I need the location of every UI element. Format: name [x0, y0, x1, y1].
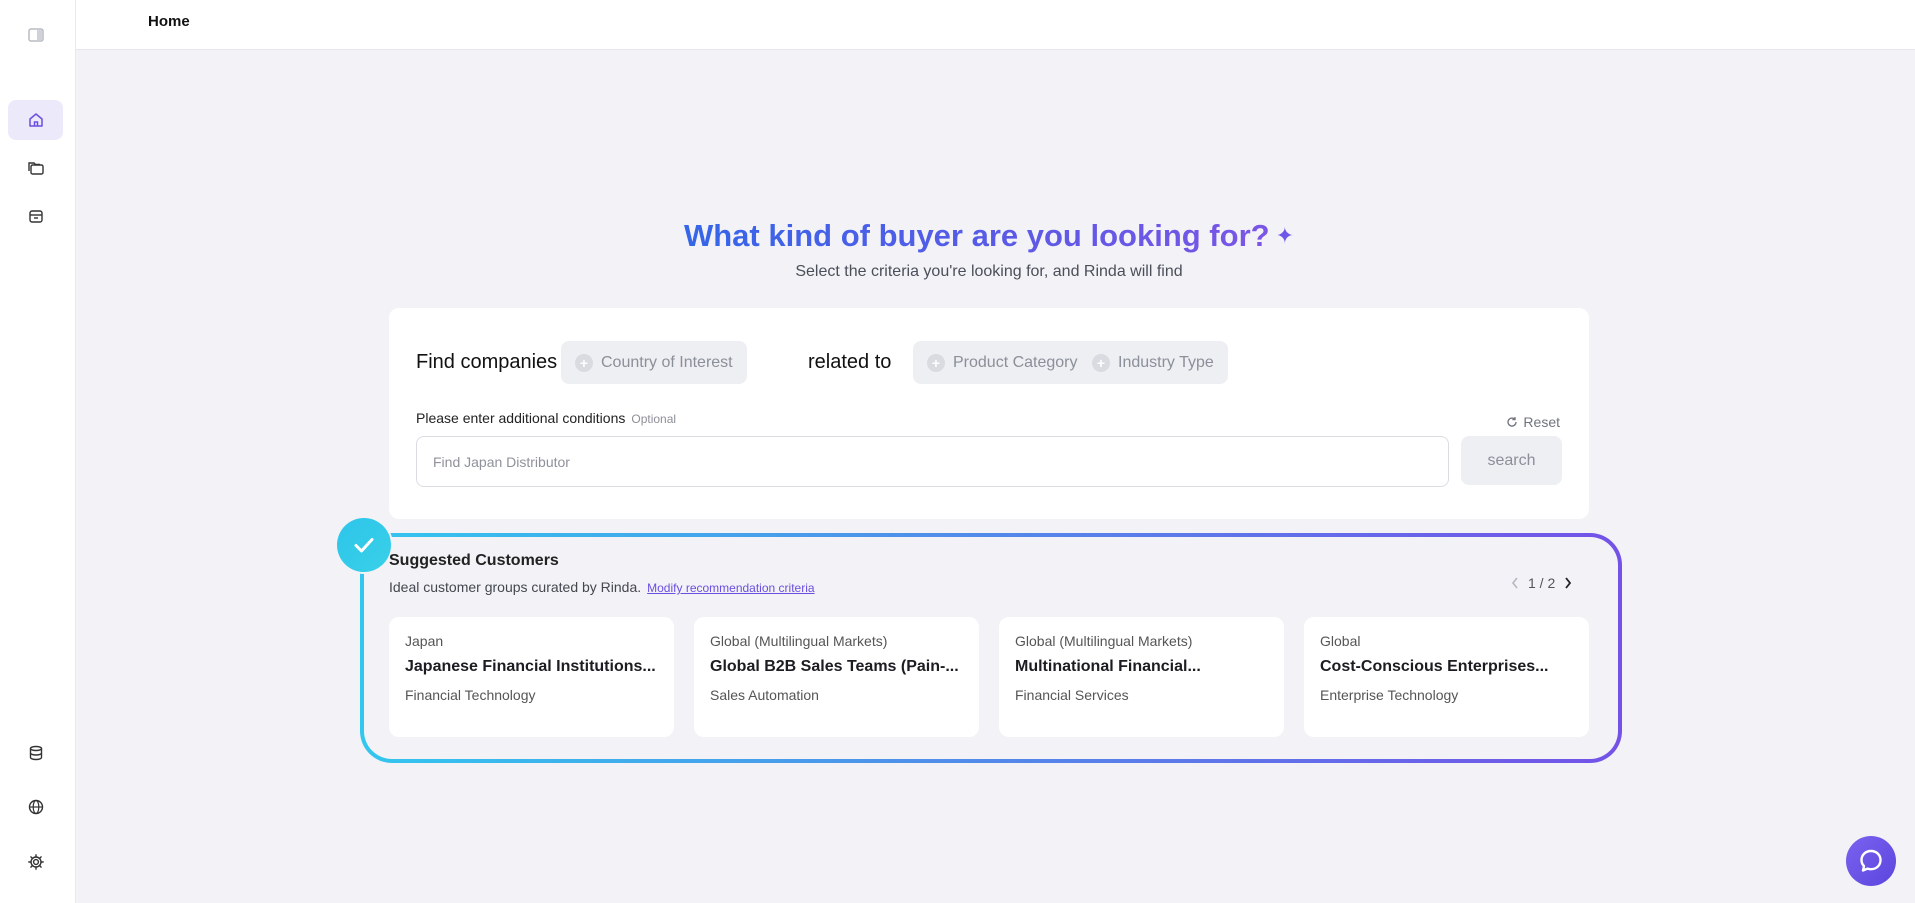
sidebar-item-settings[interactable] [8, 842, 63, 882]
pager: 1 / 2 [1510, 575, 1573, 591]
plus-icon: + [575, 353, 593, 372]
country-chip-label: Country of Interest [601, 353, 733, 371]
database-icon [29, 745, 42, 761]
country-of-interest-chip[interactable]: + Country of Interest [561, 341, 747, 384]
hero-title-text: What kind of buyer are you looking for? [683, 218, 1270, 253]
product-category-chip[interactable]: + Product Category [913, 341, 1092, 384]
reset-button[interactable]: Reset [1506, 414, 1560, 430]
plus-icon: + [927, 353, 945, 372]
card-name: Global B2B Sales Teams (Pain-... [710, 658, 959, 675]
inbox-icon [28, 210, 43, 223]
page-indicator: 1 / 2 [1528, 575, 1556, 591]
search-button[interactable]: search [1461, 436, 1562, 485]
hero-subtitle: Select the criteria you're looking for, … [795, 263, 1183, 280]
conditions-label-text: Please enter additional conditions [416, 410, 626, 426]
suggested-customers-title: Suggested Customers [389, 552, 559, 569]
product-chip-label: Product Category [953, 353, 1078, 371]
check-icon [354, 538, 374, 553]
sidebar-item-projects[interactable] [8, 148, 63, 188]
card-name: Cost-Conscious Enterprises... [1320, 658, 1549, 675]
industry-chip-label: Industry Type [1118, 353, 1214, 371]
panel-toggle-button[interactable] [8, 15, 63, 55]
search-card: Find companies in + Country of Interest … [389, 308, 1589, 519]
sidebar-item-home[interactable] [8, 100, 63, 140]
chevron-right-icon [1565, 577, 1572, 589]
customer-card[interactable]: Global (Multilingual Markets) Multinatio… [999, 617, 1284, 737]
find-companies-label: Find companies in [416, 351, 579, 373]
card-industry: Enterprise Technology [1320, 687, 1459, 703]
customer-card[interactable]: Global (Multilingual Markets) Global B2B… [694, 617, 979, 737]
customer-card[interactable]: Japan Japanese Financial Institutions...… [389, 617, 674, 737]
industry-type-chip[interactable]: + Industry Type [1078, 341, 1228, 384]
related-to-label: related to [808, 351, 892, 373]
home-icon [28, 113, 43, 127]
prev-page-button[interactable] [1510, 576, 1520, 590]
suggested-customers-description: Ideal customer groups curated by Rinda. M… [389, 579, 815, 595]
hero-title: What kind of buyer are you looking for? ✦ [389, 218, 1589, 254]
chat-support-button[interactable] [1846, 836, 1896, 886]
sidebar-item-archive[interactable] [8, 196, 63, 236]
card-region: Global (Multilingual Markets) [1015, 633, 1193, 649]
card-region: Japan [405, 633, 444, 649]
next-page-button[interactable] [1563, 576, 1573, 590]
sidebar [0, 0, 76, 903]
card-name: Multinational Financial... [1015, 658, 1201, 675]
panel-toggle-icon [27, 28, 44, 42]
check-badge [337, 518, 391, 572]
card-industry: Sales Automation [710, 687, 819, 703]
optional-label: Optional [631, 412, 677, 426]
chevron-left-icon [1511, 577, 1518, 589]
chat-icon [1860, 849, 1882, 872]
plus-icon: + [1092, 353, 1110, 372]
card-name: Japanese Financial Institutions... [405, 658, 656, 675]
folders-icon [27, 162, 44, 175]
modify-criteria-link[interactable]: Modify recommendation criteria [647, 581, 814, 595]
card-industry: Financial Technology [405, 687, 536, 703]
additional-conditions-input[interactable] [416, 436, 1449, 487]
conditions-label: Please enter additional conditions Option… [416, 410, 676, 426]
page-title: Home [148, 13, 190, 30]
suggested-description-text: Ideal customer groups curated by Rinda. [389, 579, 642, 595]
sidebar-item-database[interactable] [8, 733, 63, 773]
card-industry: Financial Services [1015, 687, 1129, 703]
sidebar-item-language[interactable] [8, 787, 63, 827]
card-region: Global [1320, 633, 1361, 649]
card-region: Global (Multilingual Markets) [710, 633, 888, 649]
gear-icon [27, 854, 44, 870]
globe-icon [28, 799, 43, 815]
refresh-icon [1507, 417, 1518, 427]
sparkle-icon: ✦ [1275, 223, 1295, 248]
customer-card[interactable]: Global Cost-Conscious Enterprises... Ent… [1304, 617, 1589, 737]
top-bar: Home [76, 0, 1915, 50]
reset-label: Reset [1523, 414, 1560, 430]
